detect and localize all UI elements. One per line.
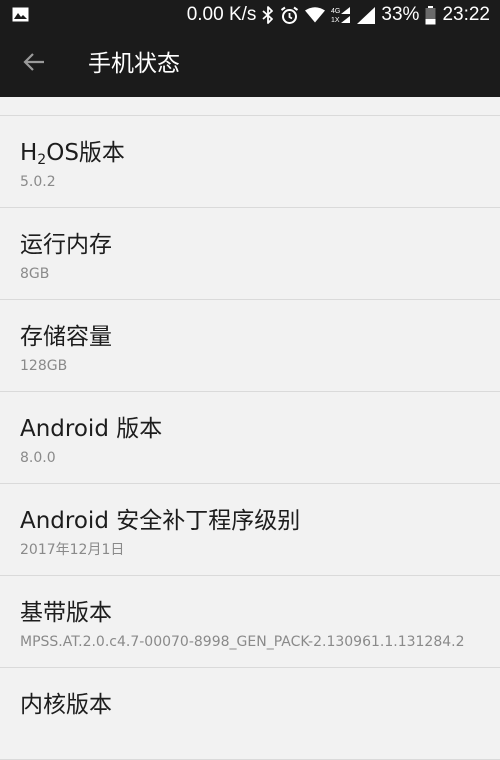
network-badge-top: 4G — [331, 8, 340, 15]
arrow-left-icon — [23, 52, 45, 76]
list-item-baseband-version[interactable]: 基带版本 MPSS.AT.2.0.c4.7-00070-8998_GEN_PAC… — [0, 576, 500, 668]
alarm-icon — [280, 6, 299, 25]
list-item-security-patch[interactable]: Android 安全补丁程序级别 2017年12月1日 — [0, 484, 500, 576]
status-list: H2OS版本 5.0.2 运行内存 8GB 存储容量 128GB Android… — [0, 97, 500, 760]
page-title: 手机状态 — [88, 51, 180, 77]
list-item-kernel-version[interactable]: 内核版本 — [0, 668, 500, 760]
network-type-icon: 4G 1X — [331, 6, 351, 24]
list-item-h2os-version[interactable]: H2OS版本 5.0.2 — [0, 116, 500, 208]
list-top-spacer — [0, 97, 500, 116]
list-item-title: 存储容量 — [20, 324, 112, 350]
list-item-title: H2OS版本 — [20, 138, 125, 168]
list-item-value: 128GB — [20, 358, 68, 374]
list-item-value: 8GB — [20, 266, 50, 282]
clock-time: 23:22 — [442, 4, 490, 25]
battery-percent: 33% — [381, 4, 420, 25]
list-item-value: MPSS.AT.2.0.c4.7-00070-8998_GEN_PACK-2.1… — [20, 634, 465, 650]
title-prefix: H — [20, 140, 38, 166]
network-badge-bottom: 1X — [331, 17, 340, 24]
back-button[interactable] — [14, 46, 54, 82]
title-subscript: 2 — [37, 152, 47, 168]
list-item-value: 2017年12月1日 — [20, 542, 125, 558]
list-item-value: 8.0.0 — [20, 450, 56, 466]
gallery-notification-icon — [12, 7, 29, 22]
wifi-icon — [305, 7, 326, 23]
list-item-title: 运行内存 — [20, 232, 112, 258]
list-item-android-version[interactable]: Android 版本 8.0.0 — [0, 392, 500, 484]
list-item-title: Android 版本 — [20, 416, 163, 442]
net-speed: 0.00 K/s — [186, 4, 257, 25]
title-suffix: OS版本 — [46, 140, 125, 166]
list-item-value: 5.0.2 — [20, 174, 56, 190]
status-icons: 0.00 K/s 4G 1X 33% 23:22 — [187, 0, 490, 30]
list-item-title: 基带版本 — [20, 600, 112, 626]
cell-signal-icon — [357, 6, 376, 24]
battery-icon — [425, 5, 436, 25]
list-item-storage[interactable]: 存储容量 128GB — [0, 300, 500, 392]
list-item-title: Android 安全补丁程序级别 — [20, 508, 301, 534]
list-item-title: 内核版本 — [20, 692, 112, 718]
bluetooth-icon — [262, 6, 274, 24]
status-bar: 0.00 K/s 4G 1X 33% 23:22 — [0, 0, 500, 30]
app-bar: 手机状态 — [0, 30, 500, 97]
list-item-ram[interactable]: 运行内存 8GB — [0, 208, 500, 300]
